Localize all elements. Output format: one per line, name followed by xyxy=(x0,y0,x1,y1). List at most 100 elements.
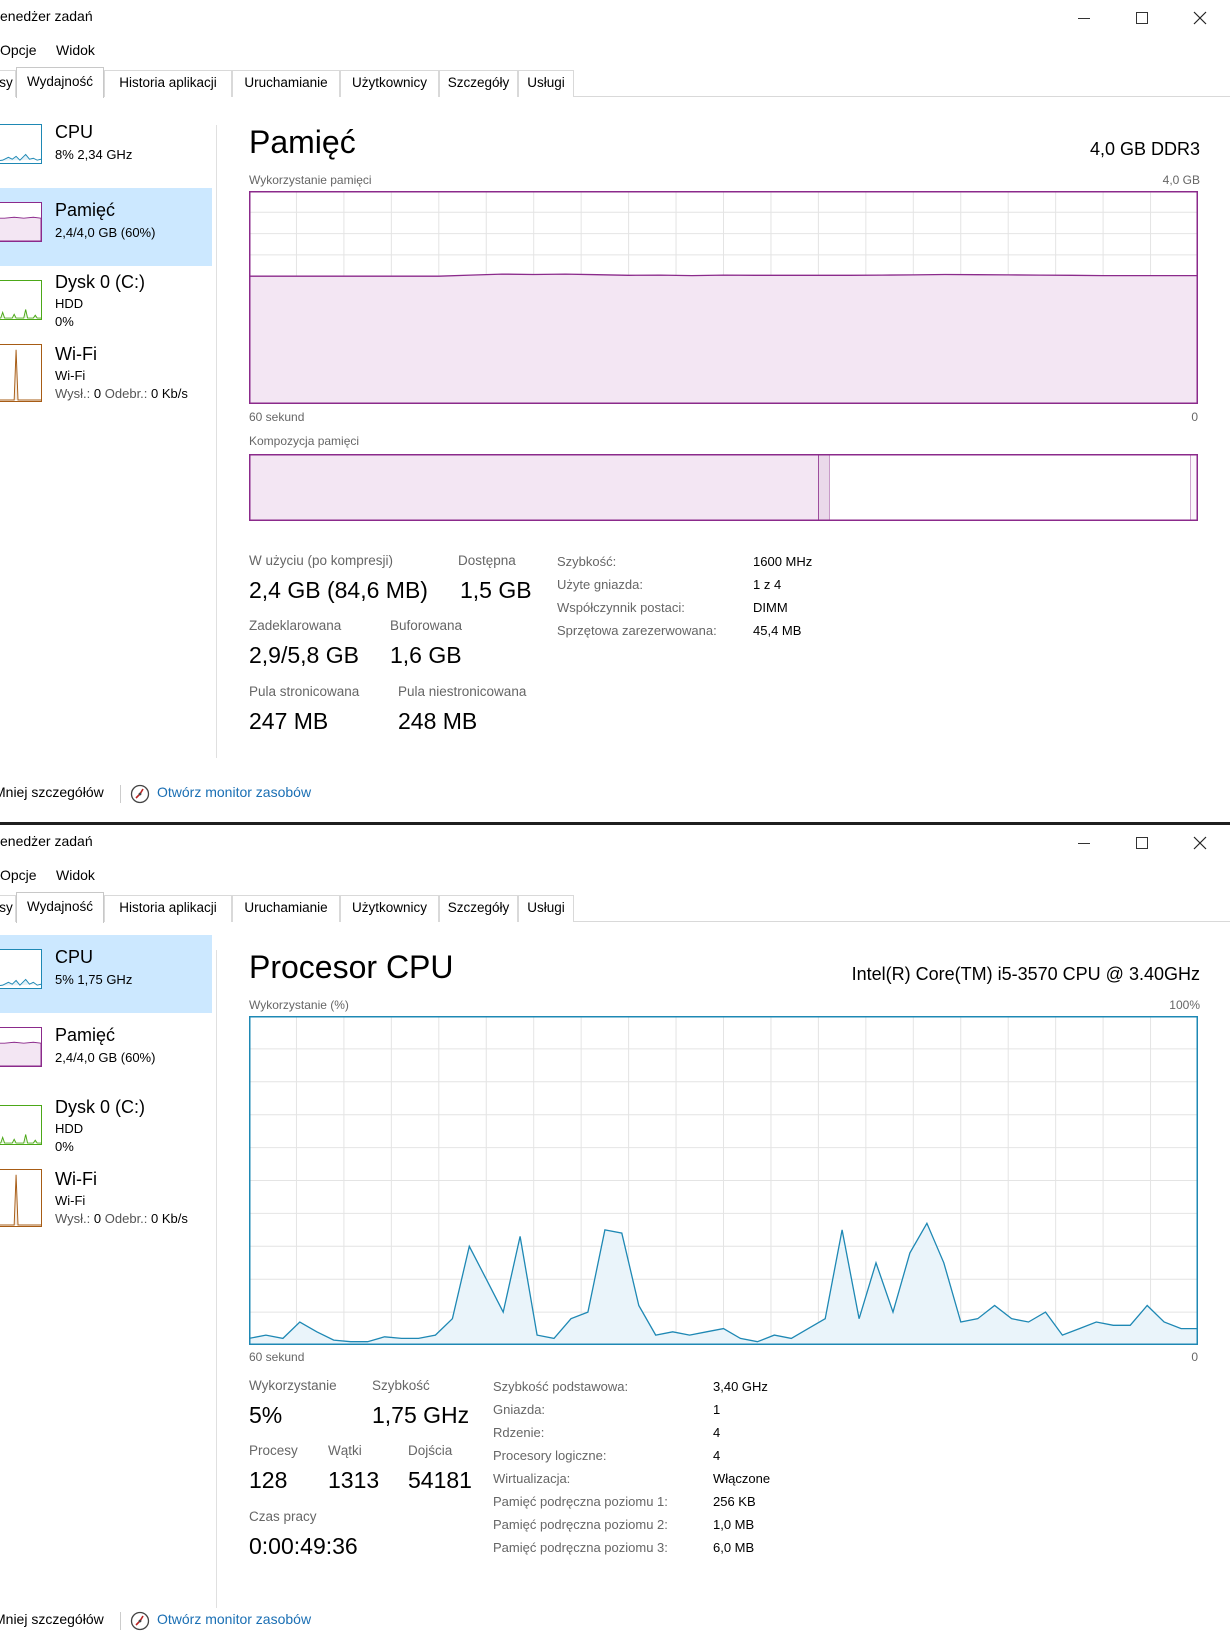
tab-services[interactable]: Usługi xyxy=(518,70,574,97)
sidebar-item-disk[interactable]: Dysk 0 (C:) HDD 0% xyxy=(0,1091,212,1169)
sidebar-cpu-name: CPU xyxy=(55,122,94,142)
usage-graph-max: 100% xyxy=(1169,998,1200,1012)
memory-spec: 4,0 GB DDR3 xyxy=(1089,139,1200,159)
disk-graph-thumbnail xyxy=(0,280,42,320)
spec-value: 3,40 GHz xyxy=(713,1379,768,1394)
menu-view[interactable]: Widok xyxy=(56,42,95,58)
cpu-graph-thumbnail xyxy=(0,949,42,989)
pane-divider xyxy=(216,125,217,758)
cpu-usage-graph xyxy=(249,1016,1198,1345)
cached-label: Buforowana xyxy=(390,618,463,633)
footer-divider xyxy=(120,785,121,803)
sidebar-wifi-adapter: Wi-Fi xyxy=(55,368,86,383)
spec-value: 1 z 4 xyxy=(753,577,782,592)
spec-value: 1600 MHz xyxy=(753,554,813,569)
menu-options[interactable]: Opcje xyxy=(0,42,37,58)
fewer-details-button[interactable]: Mniej szczegółów xyxy=(0,784,104,800)
sidebar-memory-usage: 2,4/4,0 GB (60%) xyxy=(55,225,156,240)
tab-users[interactable]: Użytkownicy xyxy=(340,70,439,97)
axis-right-label: 0 xyxy=(1191,1350,1198,1364)
menu-options[interactable]: Opcje xyxy=(0,867,37,883)
recv-label: Odebr.: xyxy=(104,386,148,401)
sidebar-wifi-name: Wi-Fi xyxy=(55,344,97,364)
close-icon xyxy=(1193,11,1207,25)
composition-modified xyxy=(818,454,830,521)
spec-key: Szybkość: xyxy=(557,554,617,569)
maximize-button[interactable] xyxy=(1112,0,1172,36)
close-icon xyxy=(1193,836,1207,850)
sidebar-cpu-usage: 8% 2,34 GHz xyxy=(55,147,133,162)
memory-usage-chart xyxy=(249,191,1198,404)
close-button[interactable] xyxy=(1170,825,1230,861)
usage-graph-max: 4,0 GB xyxy=(1162,173,1200,187)
minimize-icon xyxy=(1078,17,1090,19)
tab-app-history[interactable]: Historia aplikacji xyxy=(104,895,232,922)
in-use-value: 2,4 GB (84,6 MB) xyxy=(249,577,428,603)
tab-strip: sy Wydajność Historia aplikacji Uruchami… xyxy=(0,67,1230,98)
disk-graph-thumbnail xyxy=(0,1105,42,1145)
minimize-button[interactable] xyxy=(1054,825,1114,861)
sidebar-item-wifi[interactable]: Wi-Fi Wi-Fi Wysł.: 0 Odebr.: 0 Kb/s xyxy=(0,344,212,422)
nonpaged-pool-value: 248 MB xyxy=(398,708,478,734)
nonpaged-pool-label: Pula niestronicowana xyxy=(398,684,527,699)
sidebar-item-wifi[interactable]: Wi-Fi Wi-Fi Wysł.: 0 Odebr.: 0 Kb/s xyxy=(0,1169,212,1247)
sidebar-cpu-usage: 5% 1,75 GHz xyxy=(55,972,133,987)
composition-in-use xyxy=(249,454,819,521)
utilization-label: Wykorzystanie xyxy=(249,1378,337,1393)
task-manager-window-cpu: enedżer zadań Opcje Widok sy Wydajność H… xyxy=(0,825,1230,1650)
sidebar-item-cpu[interactable]: CPU 8% 2,34 GHz xyxy=(0,110,212,188)
spec-value: 256 KB xyxy=(713,1494,756,1509)
tab-performance[interactable]: Wydajność xyxy=(16,67,104,98)
open-resource-monitor-link[interactable]: Otwórz monitor zasobów xyxy=(157,784,311,800)
send-value: 0 xyxy=(93,1211,102,1226)
wifi-graph-thumbnail xyxy=(0,1169,42,1227)
sidebar-item-disk[interactable]: Dysk 0 (C:) HDD 0% xyxy=(0,266,212,344)
available-value: 1,5 GB xyxy=(460,577,532,603)
in-use-label: W użyciu (po kompresji) xyxy=(249,553,394,568)
tab-services[interactable]: Usługi xyxy=(518,895,574,922)
spec-value: 4 xyxy=(713,1425,721,1440)
sidebar-memory-name: Pamięć xyxy=(55,200,116,220)
sidebar-wifi-throughput: Wysł.: 0 Odebr.: 0 Kb/s xyxy=(55,1211,188,1226)
sidebar-item-memory[interactable]: Pamięć 2,4/4,0 GB (60%) xyxy=(0,188,212,266)
send-label: Wysł.: xyxy=(55,386,91,401)
composition-standby xyxy=(829,454,1191,521)
panel-title: Procesor CPU xyxy=(249,949,454,985)
menu-view[interactable]: Widok xyxy=(56,867,95,883)
memory-composition-bar xyxy=(249,454,1198,521)
tab-app-history[interactable]: Historia aplikacji xyxy=(104,70,232,97)
window-title: enedżer zadań xyxy=(0,8,93,24)
resource-monitor-icon[interactable] xyxy=(130,784,150,804)
tab-processes[interactable]: sy xyxy=(0,895,16,922)
maximize-icon xyxy=(1136,837,1148,849)
minimize-button[interactable] xyxy=(1054,0,1114,36)
threads-label: Wątki xyxy=(328,1443,362,1458)
wifi-graph-thumbnail xyxy=(0,344,42,402)
committed-value: 2,9/5,8 GB xyxy=(249,642,359,668)
sidebar-item-memory[interactable]: Pamięć 2,4/4,0 GB (60%) xyxy=(0,1013,212,1091)
memory-graph-thumbnail xyxy=(0,1027,42,1067)
handles-label: Dojścia xyxy=(408,1443,453,1458)
tab-startup[interactable]: Uruchamianie xyxy=(232,70,340,97)
usage-graph-label: Wykorzystanie pamięci xyxy=(249,173,372,187)
tab-users[interactable]: Użytkownicy xyxy=(340,895,439,922)
close-button[interactable] xyxy=(1170,0,1230,36)
axis-left-label: 60 sekund xyxy=(249,410,305,424)
usage-area xyxy=(249,274,1198,404)
fewer-details-button[interactable]: Mniej szczegółów xyxy=(0,1611,104,1627)
speed-value: 1,75 GHz xyxy=(372,1402,470,1428)
tab-performance[interactable]: Wydajność xyxy=(16,892,104,923)
resource-monitor-icon[interactable] xyxy=(130,1611,150,1631)
open-resource-monitor-link[interactable]: Otwórz monitor zasobów xyxy=(157,1611,311,1627)
spec-value: 6,0 MB xyxy=(713,1540,755,1555)
tab-processes[interactable]: sy xyxy=(0,70,16,97)
tab-details[interactable]: Szczegóły xyxy=(439,895,518,922)
sidebar-item-cpu[interactable]: CPU 5% 1,75 GHz xyxy=(0,935,212,1013)
recv-value: 0 Kb/s xyxy=(151,386,188,401)
sidebar-memory-name: Pamięć xyxy=(55,1025,116,1045)
maximize-button[interactable] xyxy=(1112,825,1172,861)
tab-details[interactable]: Szczegóły xyxy=(439,70,518,97)
composition-label: Kompozycja pamięci xyxy=(249,434,360,448)
tab-startup[interactable]: Uruchamianie xyxy=(232,895,340,922)
sidebar-cpu-name: CPU xyxy=(55,947,94,967)
